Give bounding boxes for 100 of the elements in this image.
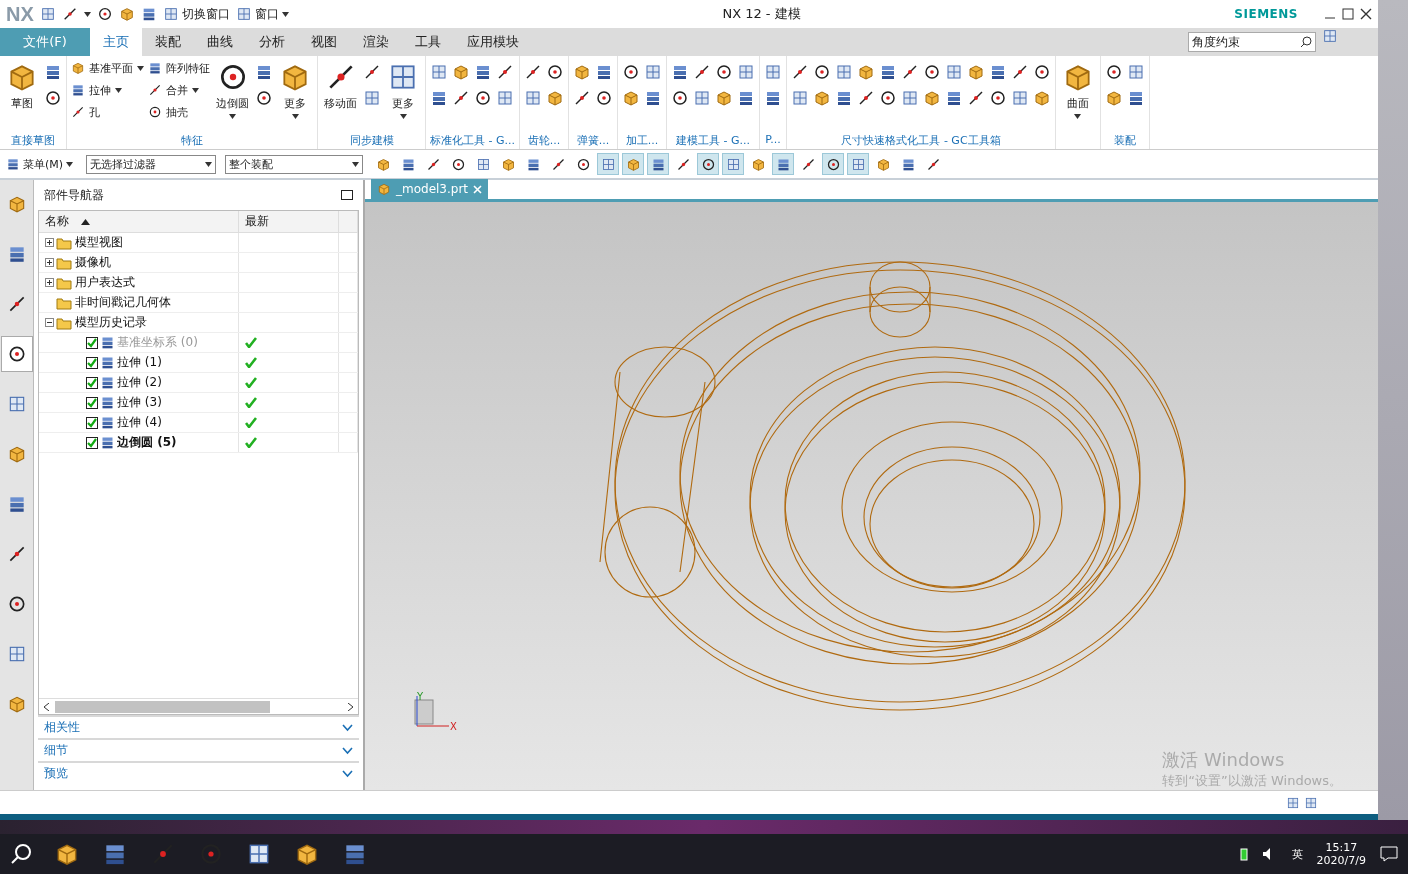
- expand-icon[interactable]: [45, 278, 54, 287]
- collapsible-panel[interactable]: 预览: [38, 761, 359, 784]
- chevron-down-icon[interactable]: [342, 723, 353, 732]
- tree-row[interactable]: 拉伸 (4): [39, 413, 358, 433]
- ribbon-tab[interactable]: 工具: [402, 28, 454, 56]
- ribbon-button[interactable]: 移动面: [322, 59, 359, 133]
- notification-icon[interactable]: [1380, 846, 1398, 862]
- stack-icon[interactable]: [474, 63, 492, 81]
- tree-row[interactable]: 模型历史记录: [39, 313, 358, 333]
- ribbon-button[interactable]: 更多: [385, 59, 421, 133]
- maximize-icon[interactable]: [341, 190, 353, 200]
- circle-icon[interactable]: [474, 89, 492, 107]
- collapsible-panel[interactable]: 相关性: [38, 715, 359, 738]
- ribbon-button[interactable]: 草图: [4, 59, 40, 133]
- circle-icon[interactable]: [715, 63, 733, 81]
- column-header[interactable]: 名称: [39, 211, 239, 232]
- caret-icon[interactable]: [83, 11, 91, 17]
- stack-icon[interactable]: [644, 89, 662, 107]
- clock[interactable]: 15:17 2020/7/9: [1316, 841, 1366, 867]
- checkbox[interactable]: [86, 396, 98, 409]
- stack-icon[interactable]: [945, 89, 963, 107]
- stack-icon[interactable]: [835, 89, 853, 107]
- caret-icon[interactable]: [1074, 114, 1082, 119]
- line-icon[interactable]: [967, 89, 985, 107]
- tree-row[interactable]: 非时间戳记几何体: [39, 293, 358, 313]
- circle-icon[interactable]: [96, 6, 113, 22]
- circle-icon[interactable]: [671, 89, 689, 107]
- checkbox[interactable]: [86, 416, 98, 429]
- caret-icon[interactable]: [399, 114, 407, 119]
- circle-icon[interactable]: [148, 105, 162, 119]
- circle-icon[interactable]: [813, 63, 831, 81]
- tree-row[interactable]: 摄像机: [39, 253, 358, 273]
- stack-icon[interactable]: [148, 61, 162, 75]
- circle-icon[interactable]: [255, 89, 273, 107]
- circle-icon[interactable]: [1033, 63, 1051, 81]
- quick-access-button[interactable]: 窗口: [235, 5, 289, 23]
- column-header[interactable]: 最新: [239, 211, 339, 232]
- ribbon-tab[interactable]: 装配: [142, 28, 194, 56]
- stack-icon[interactable]: [671, 63, 689, 81]
- circle-icon[interactable]: [879, 89, 897, 107]
- circle-icon[interactable]: [546, 63, 564, 81]
- resource-tab[interactable]: [0, 336, 33, 372]
- ribbon-button[interactable]: 边倒圆: [214, 59, 251, 133]
- ribbon-tab[interactable]: 视图: [298, 28, 350, 56]
- ribbon-button[interactable]: 更多: [277, 59, 313, 133]
- circle-icon[interactable]: [989, 89, 1007, 107]
- collapsible-panel[interactable]: 细节: [38, 738, 359, 761]
- checkbox[interactable]: [86, 356, 98, 369]
- ribbon-button[interactable]: 抽壳: [148, 103, 210, 121]
- ribbon-tab[interactable]: 曲线: [194, 28, 246, 56]
- tree-row[interactable]: 拉伸 (3): [39, 393, 358, 413]
- filter-dropdown[interactable]: 无选择过滤器: [86, 154, 217, 174]
- ribbon-button[interactable]: 孔: [71, 103, 144, 121]
- menu-button[interactable]: 菜单(M): [6, 156, 74, 172]
- stack-icon[interactable]: [879, 63, 897, 81]
- checkbox[interactable]: [86, 436, 98, 449]
- ribbon-button[interactable]: 拉伸: [71, 81, 144, 99]
- stack-icon[interactable]: [6, 157, 20, 171]
- scroll-right-icon[interactable]: [346, 702, 354, 711]
- stack-icon[interactable]: [595, 63, 613, 81]
- stack-icon[interactable]: [255, 63, 273, 81]
- ime-indicator[interactable]: 英: [1291, 846, 1303, 862]
- stack-icon[interactable]: [100, 395, 115, 410]
- chevron-down-icon[interactable]: [342, 769, 353, 778]
- line-icon[interactable]: [524, 63, 542, 81]
- search-icon[interactable]: [1300, 36, 1312, 48]
- circle-icon[interactable]: [622, 63, 640, 81]
- caret-icon[interactable]: [281, 11, 289, 17]
- stack-icon[interactable]: [71, 83, 85, 97]
- circle-icon[interactable]: [923, 63, 941, 81]
- line-icon[interactable]: [496, 63, 514, 81]
- caret-icon[interactable]: [66, 161, 74, 167]
- line-icon[interactable]: [148, 83, 162, 97]
- caret-icon[interactable]: [192, 87, 199, 93]
- expand-icon[interactable]: [45, 238, 54, 247]
- line-icon[interactable]: [901, 63, 919, 81]
- ribbon-button[interactable]: 基准平面: [71, 59, 144, 77]
- ribbon-tab[interactable]: 应用模块: [454, 28, 532, 56]
- stack-icon[interactable]: [764, 89, 782, 107]
- ribbon-button[interactable]: 阵列特征: [148, 59, 210, 77]
- line-icon[interactable]: [693, 63, 711, 81]
- tree-row[interactable]: 用户表达式: [39, 273, 358, 293]
- line-icon[interactable]: [363, 63, 381, 81]
- ribbon-tab[interactable]: 主页: [90, 28, 142, 56]
- circle-icon[interactable]: [1105, 63, 1123, 81]
- search-icon[interactable]: [10, 843, 32, 865]
- caret-icon[interactable]: [291, 114, 299, 119]
- ribbon-button[interactable]: 曲面: [1060, 59, 1096, 133]
- search-field[interactable]: 角度约束: [1188, 32, 1316, 52]
- line-icon[interactable]: [452, 89, 470, 107]
- stack-icon[interactable]: [100, 435, 115, 450]
- circle-icon[interactable]: [44, 89, 62, 107]
- close-icon[interactable]: [1360, 8, 1372, 20]
- line-icon[interactable]: [573, 89, 591, 107]
- stack-icon[interactable]: [737, 89, 755, 107]
- caret-icon[interactable]: [352, 161, 360, 167]
- scroll-left-icon[interactable]: [43, 702, 51, 711]
- checkbox[interactable]: [86, 376, 98, 389]
- tree-row[interactable]: 边倒圆 (5): [39, 433, 358, 453]
- ribbon-tab[interactable]: 分析: [246, 28, 298, 56]
